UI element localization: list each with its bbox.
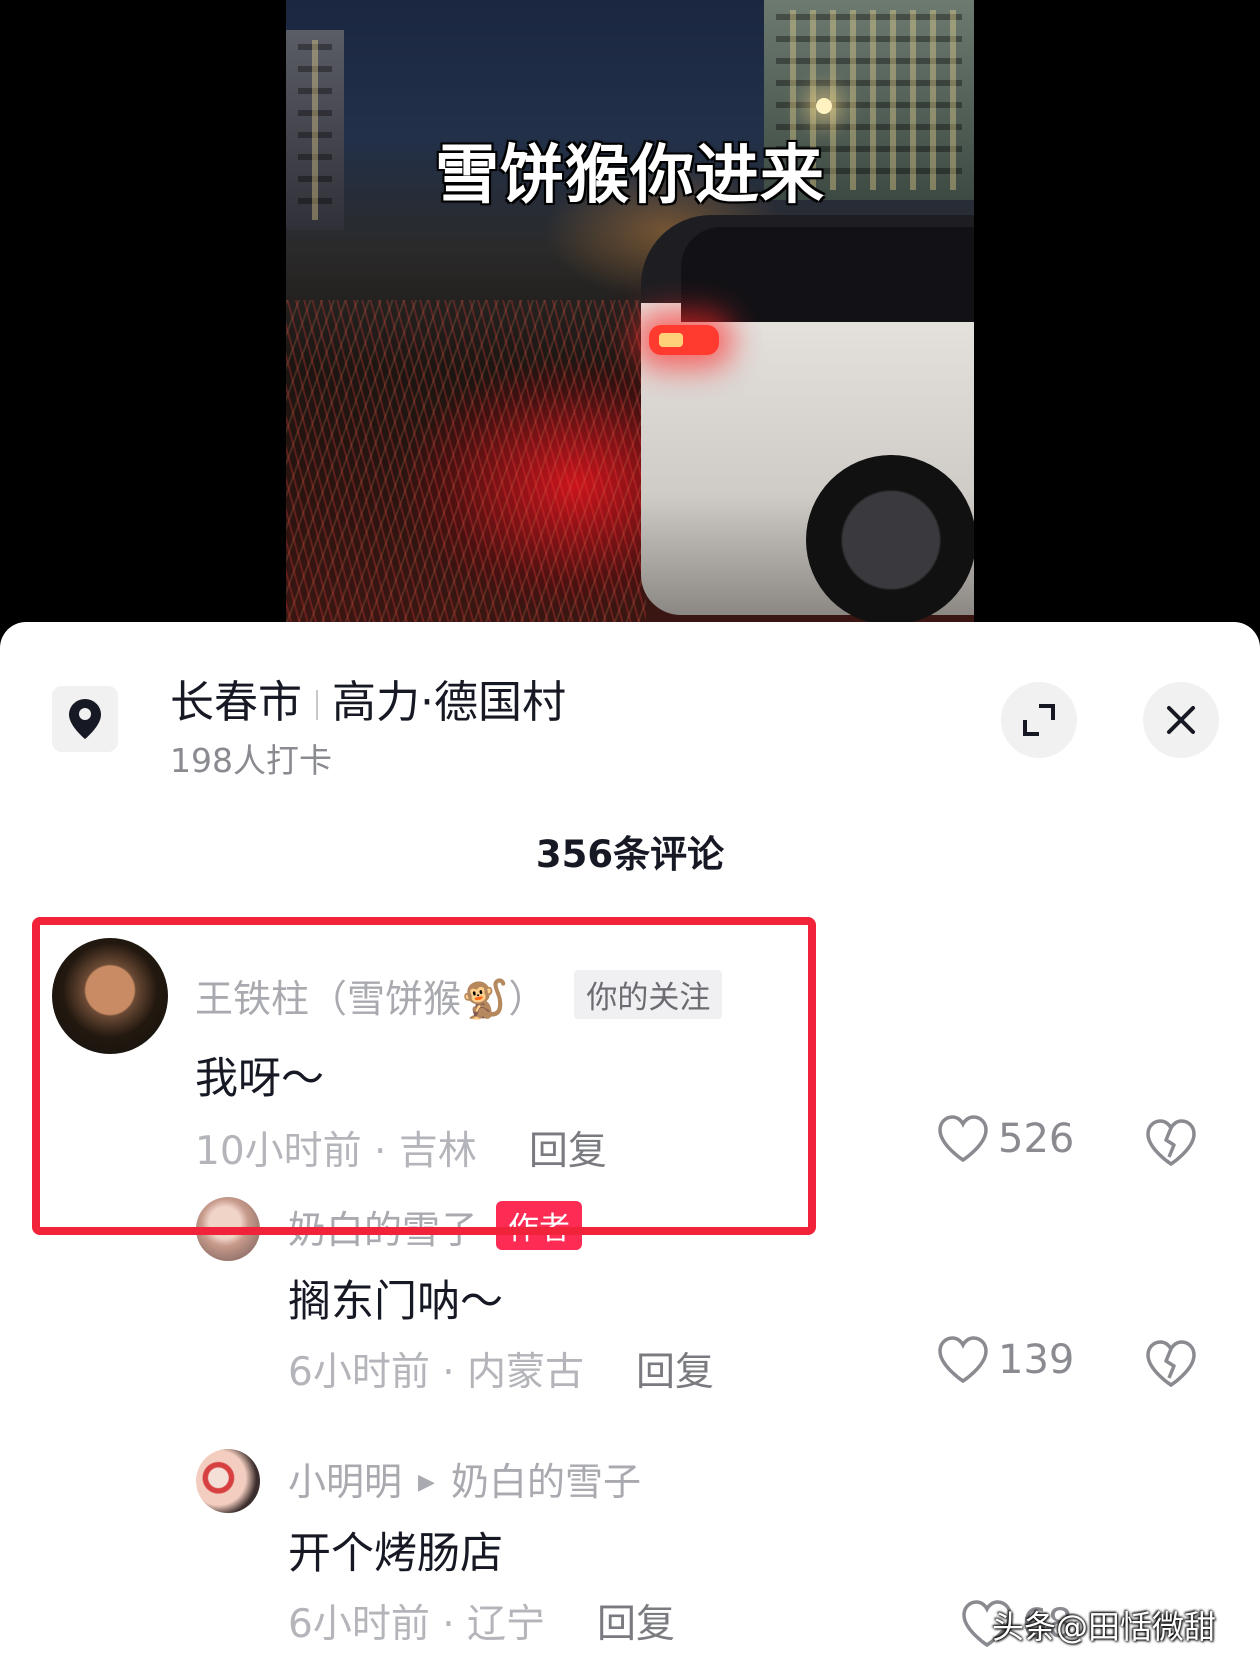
like-button[interactable]: 526 [936,1114,1074,1164]
author-name: 王铁柱（雪饼猴🐒） [195,977,547,1021]
comment-time: 10小时前 [195,1129,362,1174]
comment-region: 辽宁 [467,1602,546,1647]
white-car [641,215,974,622]
comment-author[interactable]: 小明明 ▶ 奶白的雪子 [288,1451,641,1506]
car-taillight [649,325,719,355]
comment-meta: 10小时前 · 吉林 回复 [195,1120,607,1176]
author-name: 小明明 [288,1460,403,1504]
close-icon [1167,706,1195,734]
location-divider [316,690,318,720]
reply-button[interactable]: 回复 [529,1129,607,1174]
comment-meta: 6小时前 · 辽宁 回复 [288,1593,675,1649]
location-place: 高力·德国村 [332,677,566,728]
author-badge: 作者 [496,1201,583,1250]
expand-icon [1023,704,1055,736]
reply-to-name: 奶白的雪子 [450,1460,641,1504]
comment-region: 内蒙古 [467,1350,585,1395]
comment-time: 6小时前 [288,1602,430,1647]
red-lit-grass [286,300,646,622]
like-count: 526 [998,1116,1075,1162]
video-frame[interactable]: 雪饼猴你进来 [286,0,974,622]
avatar[interactable] [196,1197,260,1261]
avatar[interactable] [196,1449,260,1513]
dislike-button[interactable] [1144,1118,1198,1172]
avatar[interactable] [52,938,168,1054]
car-wheel [806,455,974,622]
expand-button[interactable] [1001,682,1077,758]
like-button[interactable]: 139 [936,1335,1074,1385]
meta-separator: · [361,1129,399,1174]
video-caption: 雪饼猴你进来 [435,139,825,213]
comment-time: 6小时前 [288,1350,430,1395]
meta-separator: · [429,1602,468,1647]
location-icon-box[interactable] [52,686,118,752]
broken-heart-icon [1146,1340,1196,1388]
close-button[interactable] [1143,682,1219,758]
reply-item: 奶白的雪子 作者 搁东门呐～ 6小时前 · 内蒙古 回复 139 [0,1197,1260,1397]
comment-text: 开个烤肠店 [288,1529,503,1579]
dislike-button[interactable] [1144,1339,1198,1393]
location-city: 长春市 [170,677,302,728]
comment-item: 王铁柱（雪饼猴🐒） 你的关注 我呀～ 10小时前 · 吉林 回复 526 [0,938,1260,1174]
like-count: 139 [998,1337,1075,1383]
comment-region: 吉林 [398,1129,477,1174]
street-lamp [816,98,832,114]
location-title[interactable]: 长春市 高力·德国村 [170,666,566,730]
video-player[interactable]: 雪饼猴你进来 [0,0,1260,630]
heart-icon [938,1115,988,1163]
comment-meta: 6小时前 · 内蒙古 回复 [288,1341,714,1397]
heart-icon [938,1336,988,1384]
car-rear-window [681,227,974,322]
comment-sheet: 长春市 高力·德国村 198人打卡 356条评论 王铁柱（雪饼猴🐒） 你的关注 我呀… [0,622,1260,1666]
comment-text: 搁东门呐～ [288,1277,503,1327]
reply-arrow-icon: ▶ [418,1470,435,1495]
following-badge: 你的关注 [574,970,723,1019]
author-name: 奶白的雪子 [288,1208,479,1252]
location-checkins: 198人打卡 [170,741,332,780]
location-pin-icon [69,699,101,739]
meta-separator: · [429,1350,468,1395]
broken-heart-icon [1146,1119,1196,1167]
reply-button[interactable]: 回复 [597,1602,675,1647]
reply-button[interactable]: 回复 [636,1350,714,1395]
comment-author[interactable]: 奶白的雪子 作者 [288,1199,583,1254]
comment-text: 我呀～ [195,1054,324,1104]
comment-count: 356条评论 [535,833,725,876]
comment-author[interactable]: 王铁柱（雪饼猴🐒） 你的关注 [195,968,723,1023]
watermark: 头条@田恬微甜 [992,1608,1217,1646]
